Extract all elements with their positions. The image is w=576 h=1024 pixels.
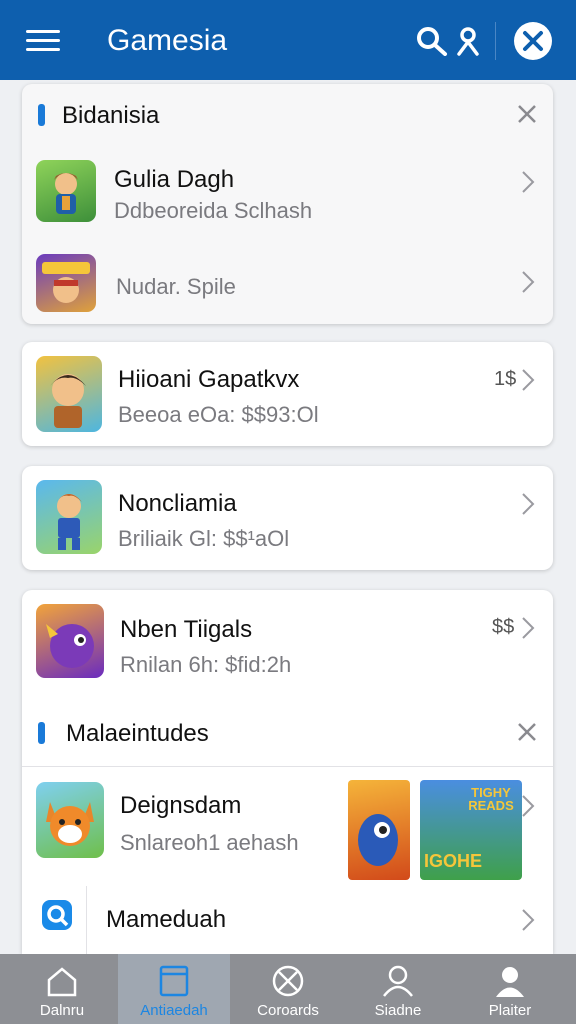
item-title: Deignsdam xyxy=(120,792,242,819)
close-icon[interactable] xyxy=(514,22,552,60)
chevron-right-icon xyxy=(522,369,535,391)
card-title: Noncliamia xyxy=(118,490,237,517)
game-thumbnail xyxy=(36,604,104,678)
card-title: Hiioani Gapatkvx xyxy=(118,366,300,393)
page-icon xyxy=(159,965,189,997)
section-title: Malaeintudes xyxy=(66,720,209,747)
user-outline-icon xyxy=(383,965,413,997)
item-title: Mameduah xyxy=(106,906,227,933)
nav-item-home[interactable]: Dalnru xyxy=(6,954,118,1024)
top-app-bar: Gamesia xyxy=(0,0,576,80)
chevron-right-icon xyxy=(522,271,535,293)
search-icon[interactable] xyxy=(415,26,449,56)
app-title: Gamesia xyxy=(107,24,228,57)
home-icon xyxy=(47,967,77,997)
chat-icon xyxy=(42,900,72,930)
toolbar-divider xyxy=(495,22,496,60)
chevron-right-icon xyxy=(522,171,535,193)
price-label: $$ xyxy=(492,616,515,638)
nav-item-active[interactable]: Antiaedah xyxy=(118,954,230,1024)
item-title: Gulia Dagh xyxy=(114,166,235,193)
chevron-right-icon xyxy=(522,795,535,817)
user-icon[interactable] xyxy=(455,26,481,56)
banner-title: TIGHY READS xyxy=(468,785,514,813)
divider xyxy=(86,886,87,954)
item-subtitle: Snlareoh1 aehash xyxy=(120,830,299,855)
item-title: Nben Tiigals xyxy=(120,616,253,643)
list-item[interactable]: Nudar. Spile xyxy=(22,250,553,320)
close-icon[interactable] xyxy=(515,102,539,126)
item-subtitle: Nudar. Spile xyxy=(116,274,236,299)
list-item[interactable]: Gulia Dagh Ddbeoreida Sclhash xyxy=(22,154,553,234)
chevron-right-icon xyxy=(522,617,535,639)
game-banner-image xyxy=(348,780,410,880)
card-subtitle: Briliaik Gl: $$¹aOl xyxy=(118,526,290,551)
chevron-right-icon xyxy=(522,493,535,515)
bottom-navigation: Dalnru Antiaedah Coroards Siadne Plaiter xyxy=(0,954,576,1024)
game-thumbnail xyxy=(36,254,96,312)
section-card-bidanisia: Bidanisia Gulia Dagh Ddbeoreida Sclhash xyxy=(22,84,553,324)
section-accent-bar xyxy=(38,104,45,126)
divider xyxy=(22,766,553,767)
user-filled-icon xyxy=(496,967,524,997)
nav-label: Plaiter xyxy=(488,1002,532,1019)
chevron-right-icon xyxy=(522,909,535,931)
item-subtitle: Rnilan 6h: $fid:2h xyxy=(120,652,292,677)
price-label: 1$ xyxy=(494,368,517,390)
game-card[interactable]: Hiioani Gapatkvx Beeoa eOa: $$93:Ol 1$ xyxy=(22,342,553,446)
nav-item-coroards[interactable]: Coroards xyxy=(232,954,344,1024)
section-card-malaeintudes: Nben Tiigals Rnilan 6h: $fid:2h $$ Malae… xyxy=(22,590,553,954)
list-item[interactable]: Nben Tiigals Rnilan 6h: $fid:2h $$ xyxy=(22,590,553,694)
nav-label: Dalnru xyxy=(39,1002,85,1019)
game-thumbnail xyxy=(36,356,102,432)
game-thumbnail xyxy=(36,782,104,858)
nav-label: Siadne xyxy=(374,1002,422,1019)
nav-label: Antiaedah xyxy=(140,1002,208,1019)
list-item[interactable]: Mameduah xyxy=(22,886,553,954)
section-accent-bar xyxy=(38,722,45,744)
ball-icon xyxy=(272,965,304,997)
close-icon[interactable] xyxy=(515,720,539,744)
game-thumbnail xyxy=(36,480,102,554)
game-thumbnail xyxy=(36,160,96,222)
banner-title: IGOHE xyxy=(424,851,483,871)
nav-item-siadne[interactable]: Siadne xyxy=(342,954,454,1024)
section-title: Bidanisia xyxy=(62,102,160,129)
nav-item-plaiter[interactable]: Plaiter xyxy=(454,954,566,1024)
game-banner-image: TIGHY READS IGOHE xyxy=(420,780,522,880)
item-subtitle: Ddbeoreida Sclhash xyxy=(114,198,313,223)
section-header: Malaeintudes xyxy=(22,702,553,764)
card-subtitle: Beeoa eOa: $$93:Ol xyxy=(118,402,319,427)
menu-icon[interactable] xyxy=(26,30,60,52)
section-header: Bidanisia xyxy=(22,84,553,146)
nav-label: Coroards xyxy=(257,1002,319,1019)
list-item[interactable]: Deignsdam Snlareoh1 aehash TIGHY READS I… xyxy=(22,768,553,886)
game-card[interactable]: Noncliamia Briliaik Gl: $$¹aOl xyxy=(22,466,553,570)
